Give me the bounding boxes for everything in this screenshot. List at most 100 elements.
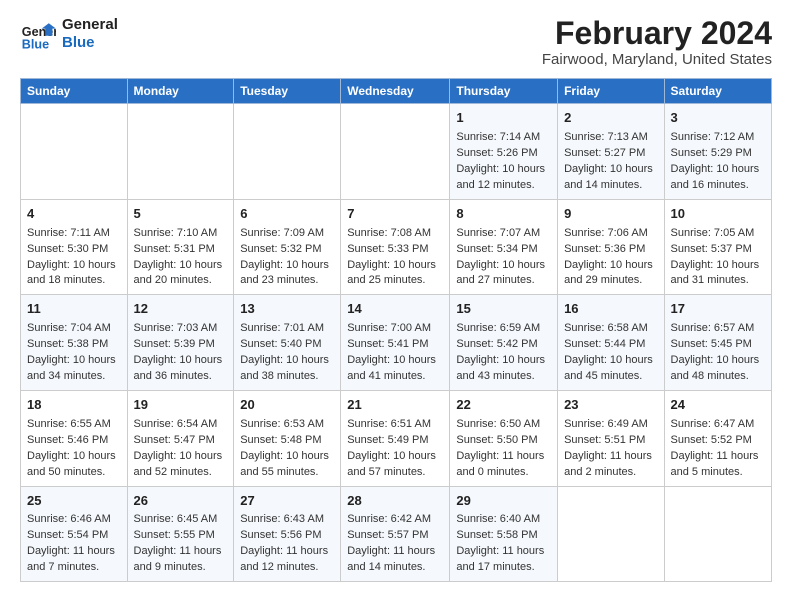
day-info: Sunset: 5:55 PM — [134, 528, 228, 544]
day-info: Sunset: 5:56 PM — [240, 528, 334, 544]
day-info: Sunset: 5:31 PM — [134, 242, 228, 258]
calendar-cell — [127, 104, 234, 200]
day-info: and 5 minutes. — [671, 465, 765, 481]
day-number: 17 — [671, 300, 765, 319]
day-info: Sunset: 5:41 PM — [347, 337, 443, 353]
calendar-cell: 6Sunrise: 7:09 AMSunset: 5:32 PMDaylight… — [234, 199, 341, 295]
day-header-friday: Friday — [558, 79, 664, 104]
calendar-cell: 29Sunrise: 6:40 AMSunset: 5:58 PMDayligh… — [450, 486, 558, 582]
day-info: Daylight: 10 hours — [347, 353, 443, 369]
calendar-header-row: SundayMondayTuesdayWednesdayThursdayFrid… — [21, 79, 772, 104]
day-info: and 31 minutes. — [671, 273, 765, 289]
day-number: 15 — [456, 300, 551, 319]
logo-text: GeneralBlue — [62, 16, 118, 52]
calendar-cell: 19Sunrise: 6:54 AMSunset: 5:47 PMDayligh… — [127, 390, 234, 486]
day-info: and 14 minutes. — [347, 560, 443, 576]
calendar-cell: 16Sunrise: 6:58 AMSunset: 5:44 PMDayligh… — [558, 295, 664, 391]
day-info: and 25 minutes. — [347, 273, 443, 289]
logo-icon: General Blue — [20, 16, 56, 52]
day-info: Sunrise: 7:13 AM — [564, 130, 657, 146]
calendar-cell: 21Sunrise: 6:51 AMSunset: 5:49 PMDayligh… — [341, 390, 450, 486]
title-block: February 2024 Fairwood, Maryland, United… — [542, 16, 772, 68]
day-info: Sunset: 5:32 PM — [240, 242, 334, 258]
calendar-cell: 22Sunrise: 6:50 AMSunset: 5:50 PMDayligh… — [450, 390, 558, 486]
calendar-cell — [664, 486, 771, 582]
day-number: 23 — [564, 396, 657, 415]
day-info: Sunrise: 7:11 AM — [27, 226, 121, 242]
day-number: 10 — [671, 205, 765, 224]
day-info: Daylight: 10 hours — [671, 162, 765, 178]
day-info: Daylight: 10 hours — [240, 353, 334, 369]
day-info: Sunset: 5:48 PM — [240, 433, 334, 449]
calendar-cell: 2Sunrise: 7:13 AMSunset: 5:27 PMDaylight… — [558, 104, 664, 200]
calendar-cell: 24Sunrise: 6:47 AMSunset: 5:52 PMDayligh… — [664, 390, 771, 486]
day-number: 13 — [240, 300, 334, 319]
day-number: 20 — [240, 396, 334, 415]
day-info: and 14 minutes. — [564, 178, 657, 194]
day-info: Sunrise: 6:59 AM — [456, 321, 551, 337]
day-info: Daylight: 11 hours — [240, 544, 334, 560]
calendar-cell: 8Sunrise: 7:07 AMSunset: 5:34 PMDaylight… — [450, 199, 558, 295]
calendar-week-2: 4Sunrise: 7:11 AMSunset: 5:30 PMDaylight… — [21, 199, 772, 295]
calendar-cell: 14Sunrise: 7:00 AMSunset: 5:41 PMDayligh… — [341, 295, 450, 391]
day-number: 26 — [134, 492, 228, 511]
day-info: and 2 minutes. — [564, 465, 657, 481]
day-info: Sunset: 5:30 PM — [27, 242, 121, 258]
day-info: Sunset: 5:37 PM — [671, 242, 765, 258]
calendar-cell — [21, 104, 128, 200]
day-info: Sunset: 5:29 PM — [671, 146, 765, 162]
day-number: 29 — [456, 492, 551, 511]
day-info: Sunrise: 7:06 AM — [564, 226, 657, 242]
day-info: Sunrise: 7:10 AM — [134, 226, 228, 242]
day-info: Daylight: 10 hours — [27, 258, 121, 274]
calendar-cell: 3 Sunrise: 7:12 AMSunset: 5:29 PMDaylight… — [664, 104, 771, 200]
day-info: Daylight: 11 hours — [564, 449, 657, 465]
day-info: Sunset: 5:45 PM — [671, 337, 765, 353]
day-info: and 7 minutes. — [27, 560, 121, 576]
day-info: and 23 minutes. — [240, 273, 334, 289]
day-info: Sunset: 5:49 PM — [347, 433, 443, 449]
day-number: 9 — [564, 205, 657, 224]
day-header-thursday: Thursday — [450, 79, 558, 104]
page-subtitle: Fairwood, Maryland, United States — [542, 51, 772, 68]
day-info: Daylight: 10 hours — [456, 162, 551, 178]
day-info: and 50 minutes. — [27, 465, 121, 481]
day-info: Sunrise: 6:53 AM — [240, 417, 334, 433]
calendar-cell: 27Sunrise: 6:43 AMSunset: 5:56 PMDayligh… — [234, 486, 341, 582]
calendar-cell — [341, 104, 450, 200]
day-info: Daylight: 11 hours — [134, 544, 228, 560]
day-info: Sunset: 5:40 PM — [240, 337, 334, 353]
day-number: 6 — [240, 205, 334, 224]
day-info: Sunset: 5:47 PM — [134, 433, 228, 449]
day-info: Daylight: 10 hours — [564, 353, 657, 369]
calendar-cell: 23Sunrise: 6:49 AMSunset: 5:51 PMDayligh… — [558, 390, 664, 486]
day-info: Daylight: 11 hours — [456, 449, 551, 465]
day-info: Sunset: 5:44 PM — [564, 337, 657, 353]
day-info: Daylight: 10 hours — [347, 258, 443, 274]
calendar-cell: 12Sunrise: 7:03 AMSunset: 5:39 PMDayligh… — [127, 295, 234, 391]
day-number: 19 — [134, 396, 228, 415]
day-info: Sunrise: 7:05 AM — [671, 226, 765, 242]
day-number: 25 — [27, 492, 121, 511]
day-info: Daylight: 10 hours — [347, 449, 443, 465]
day-number: 4 — [27, 205, 121, 224]
day-info: Sunrise: 6:49 AM — [564, 417, 657, 433]
day-info: Daylight: 11 hours — [456, 544, 551, 560]
day-info: Sunrise: 6:47 AM — [671, 417, 765, 433]
day-info: Sunset: 5:39 PM — [134, 337, 228, 353]
day-number: 18 — [27, 396, 121, 415]
day-header-tuesday: Tuesday — [234, 79, 341, 104]
day-info: Sunset: 5:36 PM — [564, 242, 657, 258]
day-info: and 52 minutes. — [134, 465, 228, 481]
day-number: 3 — [671, 109, 765, 128]
calendar-cell: 11Sunrise: 7:04 AMSunset: 5:38 PMDayligh… — [21, 295, 128, 391]
day-info: Sunrise: 7:01 AM — [240, 321, 334, 337]
svg-text:Blue: Blue — [22, 37, 49, 51]
day-info: Sunrise: 7:04 AM — [27, 321, 121, 337]
calendar-table: SundayMondayTuesdayWednesdayThursdayFrid… — [20, 78, 772, 582]
calendar-cell: 9Sunrise: 7:06 AMSunset: 5:36 PMDaylight… — [558, 199, 664, 295]
day-info: Sunrise: 7:12 AM — [671, 130, 765, 146]
day-info: and 18 minutes. — [27, 273, 121, 289]
calendar-cell: 13 Sunrise: 7:01 AMSunset: 5:40 PMDayligh… — [234, 295, 341, 391]
day-info: and 12 minutes. — [456, 178, 551, 194]
